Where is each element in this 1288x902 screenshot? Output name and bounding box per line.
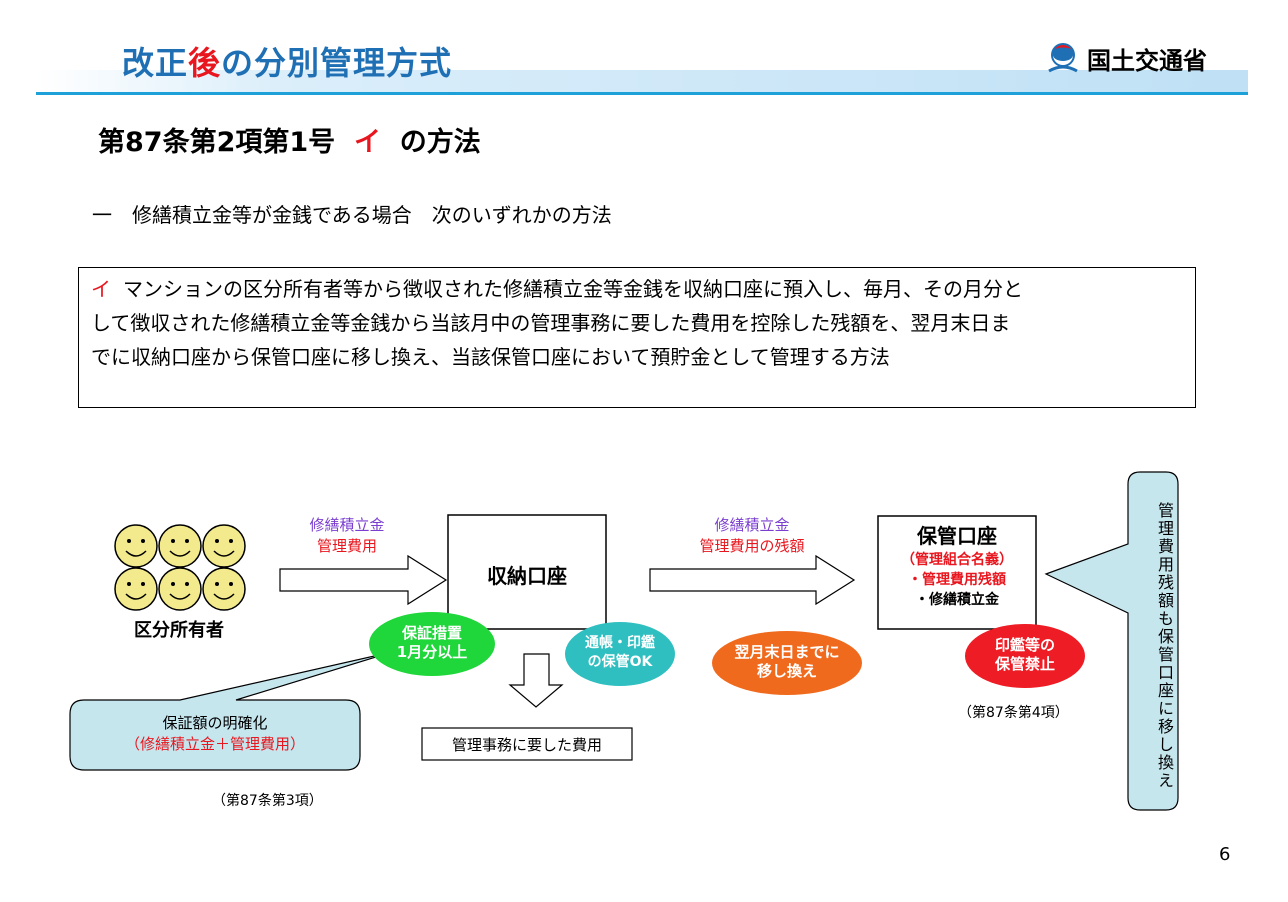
arrow1-label-line1: 修繕積立金	[309, 516, 385, 534]
oval-guarantee-line2: 1月分以上	[396, 643, 468, 661]
guarantee-callout-line2: （修繕積立金＋管理費用）	[124, 735, 305, 753]
smiley-face-icon	[158, 524, 202, 568]
custody-account-item2: ・修繕積立金	[915, 592, 999, 608]
guarantee-callout-text: 保証額の明確化 （修繕積立金＋管理費用）	[70, 713, 360, 755]
oval-passbook-text: 通帳・印鑑 の保管OK	[566, 634, 674, 672]
arrow1-label-line2: 管理費用	[316, 537, 377, 555]
smiley-face-icon	[114, 524, 158, 568]
owners-faces-icon	[114, 524, 246, 611]
smiley-face-icon	[202, 567, 246, 611]
vertical-callout-text: 管理費用残額も保管口座に移し換え	[1155, 501, 1174, 790]
custody-account-subtitle: （管理組合名義）	[901, 552, 1013, 568]
oval-transfer-line1: 翌月末日までに	[734, 643, 840, 661]
smiley-face-icon	[114, 567, 158, 611]
arrow2-label: 修繕積立金 管理費用の残額	[672, 515, 832, 557]
arrow-down-expenses	[508, 653, 564, 708]
oval-transfer-text: 翌月末日までに 移し換え	[712, 643, 862, 681]
oval-seal-line1: 印鑑等の	[994, 636, 1055, 654]
owners-label: 区分所有者	[134, 620, 224, 641]
oval-guarantee-line1: 保証措置	[401, 624, 462, 642]
oval-guarantee-text: 保証措置 1月分以上	[370, 624, 494, 662]
oval-passbook-line2: の保管OK	[587, 654, 653, 670]
citation-article-87-3: （第87条第3項）	[212, 793, 323, 809]
expense-box-label: 管理事務に要した費用	[451, 736, 602, 754]
oval-passbook-line1: 通帳・印鑑	[585, 635, 655, 651]
arrow1-label: 修繕積立金 管理費用	[282, 515, 412, 557]
page-number: 6	[1219, 844, 1231, 865]
arrow2-label-line1: 修繕積立金	[714, 516, 790, 534]
oval-seal-line2: 保管禁止	[994, 655, 1055, 673]
arrow-owners-to-collection	[279, 554, 448, 606]
arrow-collection-to-custody	[649, 554, 856, 606]
citation-article-87-4: （第87条第4項）	[958, 705, 1069, 721]
flow-diagram	[69, 471, 1179, 811]
guarantee-callout-line1: 保証額の明確化	[162, 714, 268, 732]
custody-account-label: 保管口座 （管理組合名義） ・管理費用残額 ・修繕積立金	[878, 522, 1036, 610]
arrow2-label-line2: 管理費用の残額	[699, 537, 805, 555]
smiley-face-icon	[158, 567, 202, 611]
custody-account-item1: ・管理費用残額	[908, 572, 1006, 588]
smiley-face-icon	[202, 524, 246, 568]
collection-account-label: 収納口座	[487, 564, 567, 588]
oval-transfer-line2: 移し換え	[756, 662, 817, 680]
custody-account-title: 保管口座	[917, 524, 997, 548]
oval-seal-text: 印鑑等の 保管禁止	[965, 636, 1085, 674]
